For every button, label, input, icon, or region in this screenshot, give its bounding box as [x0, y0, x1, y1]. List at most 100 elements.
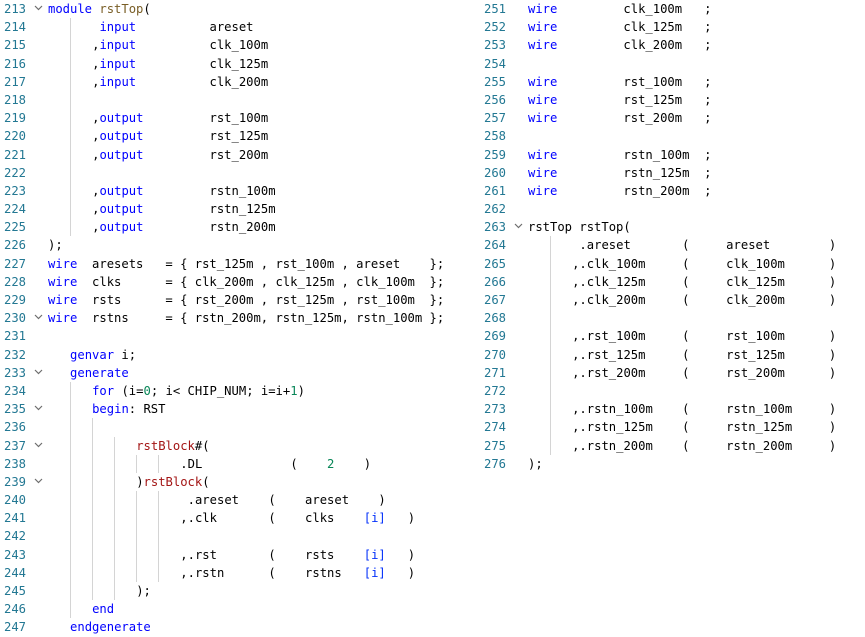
code-line[interactable]: 247 endgenerate	[0, 618, 480, 636]
code-line[interactable]: 226);	[0, 236, 480, 254]
code-line[interactable]: 259 wire rstn_100m ;	[480, 146, 865, 164]
code-line[interactable]: 254	[480, 55, 865, 73]
chevron-down-icon[interactable]	[512, 218, 524, 236]
line-number: 259	[483, 147, 506, 162]
code-line[interactable]: 252 wire clk_125m ;	[480, 18, 865, 36]
code-line[interactable]: 235 begin: RST	[0, 400, 480, 419]
code-line[interactable]: 217 ,input clk_200m	[0, 72, 480, 91]
line-number: 272	[483, 383, 506, 398]
code-text: ,input clk_100m	[92, 36, 268, 54]
code-text: endgenerate	[70, 618, 151, 636]
code-line[interactable]: 264 .areset ( areset )	[480, 236, 865, 255]
code-token-plain: ,.rstn_125m ( rstn_125m )	[572, 420, 837, 435]
code-line[interactable]: 223 ,output rstn_100m	[0, 181, 480, 201]
code-line[interactable]: 219 ,output rst_100m	[0, 109, 480, 128]
code-line[interactable]: 242	[0, 527, 480, 546]
code-line[interactable]: 251 wire clk_100m ;	[480, 0, 865, 18]
code-line[interactable]: 216 ,input clk_125m	[0, 54, 480, 73]
code-line[interactable]: 224 ,output rstn_125m	[0, 200, 480, 219]
code-token-keyword: genvar	[70, 347, 115, 362]
code-line[interactable]: 276);	[480, 455, 865, 473]
chevron-down-icon[interactable]	[32, 0, 44, 18]
code-line[interactable]: 266 ,.clk_125m ( clk_125m )	[480, 272, 865, 291]
code-line[interactable]: 233 generate	[0, 364, 480, 382]
code-line[interactable]: 256 wire rst_125m ;	[480, 91, 865, 109]
code-line[interactable]: 244 ,.rstn ( rstns [i] )	[0, 563, 480, 582]
code-line[interactable]: 262	[480, 200, 865, 218]
code-line[interactable]: 227 wire aresets = { rst_125m , rst_100m …	[0, 255, 480, 273]
code-line[interactable]: 246 end	[0, 600, 480, 619]
line-number: 256	[483, 92, 506, 107]
code-line[interactable]: 265 ,.clk_100m ( clk_100m )	[480, 254, 865, 273]
code-line[interactable]: 253 wire clk_200m ;	[480, 36, 865, 54]
code-line[interactable]: 238 .DL ( 2 )	[0, 454, 480, 473]
indent-guide	[70, 600, 72, 619]
code-line[interactable]: 230 wire rstns = { rstn_200m, rstn_125m, …	[0, 309, 480, 327]
code-line[interactable]: 257 wire rst_200m ;	[480, 109, 865, 127]
code-text: ,.rst_100m ( rst_100m )	[572, 327, 836, 345]
editor-pane-left[interactable]: 213 module rstTop(214 input areset 215 ,inp…	[0, 0, 480, 637]
code-line[interactable]: 260 wire rstn_125m ;	[480, 164, 865, 182]
code-token-keyword: wire	[528, 74, 558, 89]
code-line[interactable]: 271 ,.rst_200m ( rst_200m )	[480, 363, 865, 382]
code-line[interactable]: 255 wire rst_100m ;	[480, 73, 865, 91]
code-token-keyword: output	[99, 111, 144, 126]
code-line[interactable]: 220 ,output rst_125m	[0, 127, 480, 146]
code-line[interactable]: 243 ,.rst ( rsts [i] )	[0, 545, 480, 564]
editor-pane-right[interactable]: 251 wire clk_100m ; 252 wire clk_125m ; 253 w…	[480, 0, 865, 473]
code-line[interactable]: 272	[480, 381, 865, 401]
code-line[interactable]: 269 ,.rst_100m ( rst_100m )	[480, 327, 865, 346]
code-text: generate	[70, 364, 129, 382]
chevron-down-icon[interactable]	[32, 400, 44, 418]
code-token-plain: clks = { clk_200m , clk_125m , clk_100m …	[77, 274, 445, 289]
code-line[interactable]: 239)rstBlock(	[0, 472, 480, 492]
code-line[interactable]: 268	[480, 309, 865, 328]
code-line[interactable]: 241 ,.clk ( clks [i] )	[0, 509, 480, 528]
indent-guide	[114, 527, 116, 546]
code-line[interactable]: 273 ,.rstn_100m ( rstn_100m )	[480, 400, 865, 419]
code-line[interactable]: 263 rstTop rstTop(	[480, 218, 865, 236]
code-token-plain: .areset ( areset )	[180, 493, 386, 508]
line-number: 231	[3, 329, 26, 344]
code-line[interactable]: 222	[0, 163, 480, 182]
code-token-plain: rst_100m ;	[557, 74, 712, 89]
code-line[interactable]: 213 module rstTop(	[0, 0, 480, 18]
code-line[interactable]: 214 input areset	[0, 18, 480, 37]
chevron-down-icon[interactable]	[32, 364, 44, 382]
code-text: wire rst_100m ;	[528, 73, 711, 91]
code-line[interactable]: 234 for (i=0; i< CHIP_NUM; i=i+1)	[0, 381, 480, 401]
chevron-down-icon[interactable]	[32, 437, 44, 455]
code-line[interactable]: 245);	[0, 582, 480, 601]
chevron-down-icon[interactable]	[32, 473, 44, 491]
code-line[interactable]: 236	[0, 418, 480, 437]
code-line[interactable]: 258	[480, 127, 865, 145]
line-number: 265	[483, 256, 506, 271]
code-text: wire rst_125m ;	[528, 91, 711, 109]
code-line[interactable]: 275 ,.rstn_200m ( rstn_200m )	[480, 436, 865, 455]
indent-guide	[550, 309, 552, 328]
code-token-plain: clk_200m ;	[557, 38, 712, 53]
line-number: 276	[483, 456, 506, 471]
code-text: wire rsts = { rst_200m , rst_125m , rst_…	[48, 291, 444, 309]
code-line[interactable]: 267 ,.clk_200m ( clk_200m )	[480, 291, 865, 310]
indent-guide	[114, 472, 116, 492]
code-line[interactable]: 215 ,input clk_100m	[0, 36, 480, 55]
code-line[interactable]: 274 ,.rstn_125m ( rstn_125m )	[480, 418, 865, 437]
code-line[interactable]: 231	[0, 327, 480, 345]
code-line[interactable]: 270 ,.rst_125m ( rst_125m )	[480, 345, 865, 364]
code-token-keyword: wire	[48, 311, 78, 326]
code-line[interactable]: 261 wire rstn_200m ;	[480, 182, 865, 200]
code-line[interactable]: 237 rstBlock#(	[0, 436, 480, 455]
code-line[interactable]: 221 ,output rst_200m	[0, 145, 480, 164]
code-line[interactable]: 229 wire rsts = { rst_200m , rst_125m , r…	[0, 291, 480, 309]
code-token-plain: rst_200m	[143, 147, 269, 162]
chevron-down-icon[interactable]	[32, 309, 44, 327]
code-text: wire rstn_200m ;	[528, 182, 711, 200]
line-number: 222	[3, 165, 26, 180]
code-line[interactable]: 228 wire clks = { clk_200m , clk_125m , c…	[0, 273, 480, 291]
code-line[interactable]: 225 ,output rstn_200m	[0, 218, 480, 237]
code-line[interactable]: 232 genvar i;	[0, 346, 480, 364]
code-text: ,output rstn_100m	[92, 182, 275, 200]
code-line[interactable]: 218	[0, 90, 480, 110]
code-line[interactable]: 240 .areset ( areset )	[0, 491, 480, 510]
